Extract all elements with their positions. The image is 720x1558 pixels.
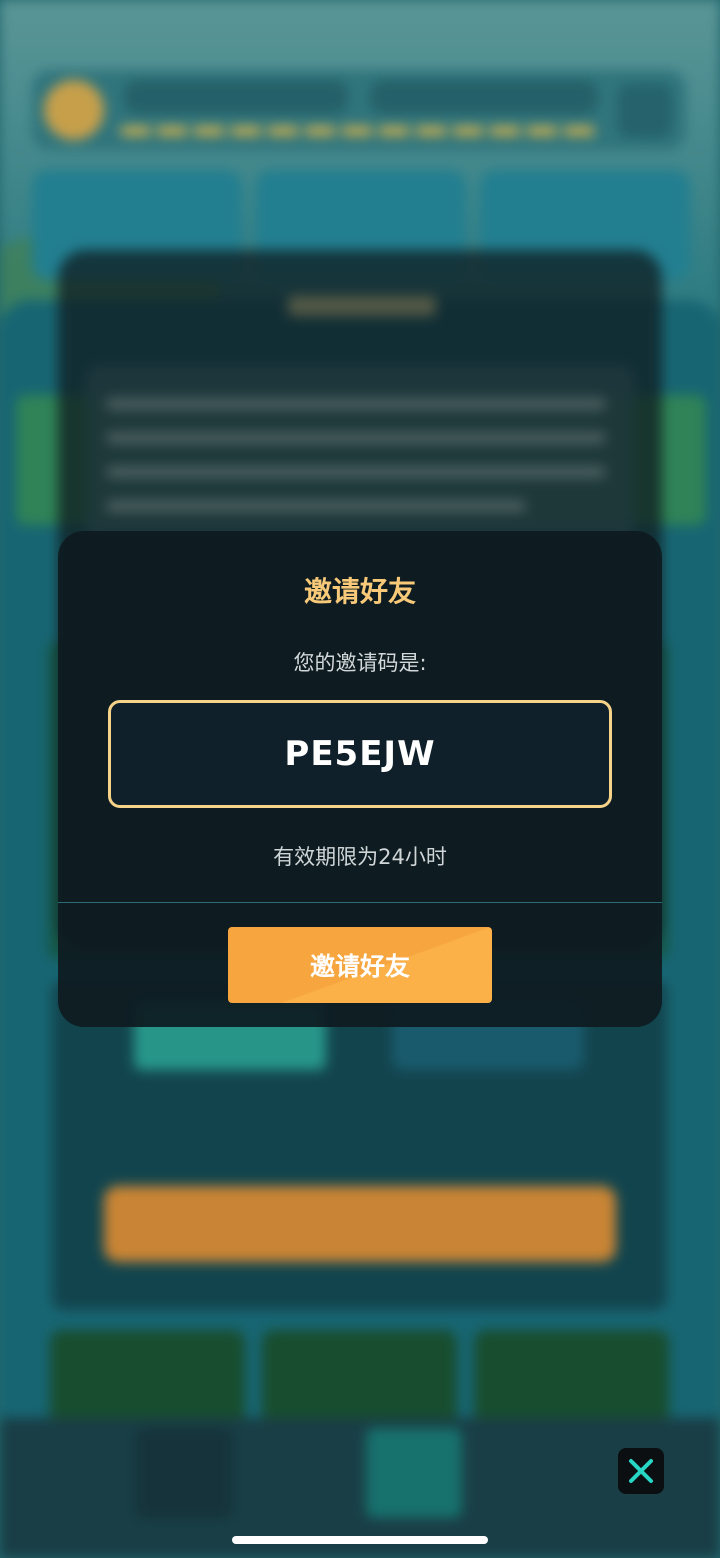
invite-code-box[interactable]: PE5EJW xyxy=(108,700,612,808)
home-indicator xyxy=(232,1536,488,1544)
dialog-title: 邀请好友 xyxy=(303,575,416,608)
dialog-divider xyxy=(58,902,662,903)
invite-code-label: 您的邀请码是: xyxy=(293,651,427,675)
close-button[interactable] xyxy=(618,1448,664,1494)
validity-text: 有效期限为24小时 xyxy=(273,845,447,869)
invite-code-value[interactable]: PE5EJW xyxy=(284,734,435,774)
invite-friend-button[interactable]: 邀请好友 xyxy=(228,927,492,1003)
close-x-icon xyxy=(629,1459,653,1483)
